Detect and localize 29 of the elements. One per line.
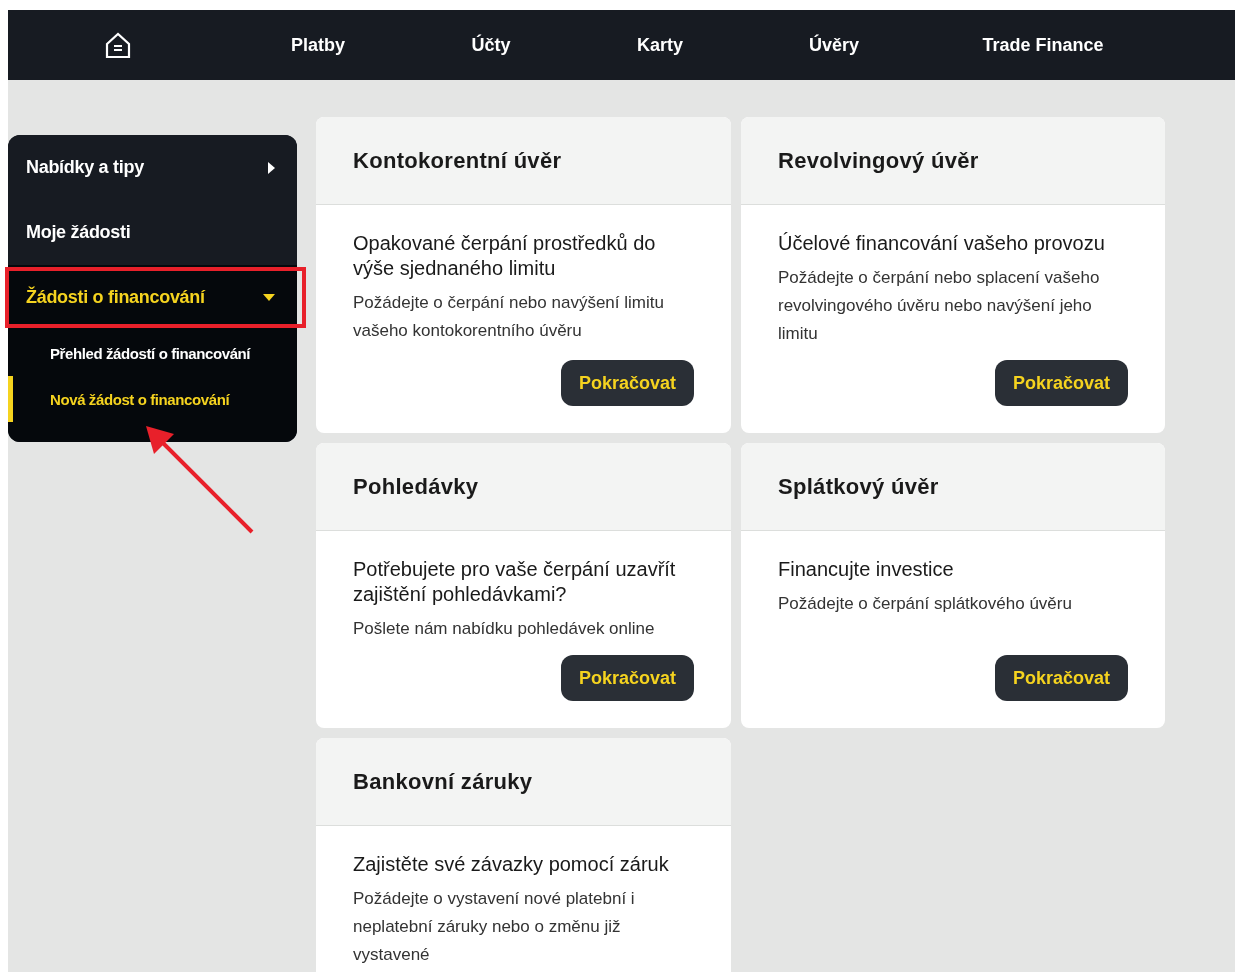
sidebar-subitem[interactable]: Nová žádost o financování <box>8 376 297 422</box>
nav-link[interactable]: Trade Finance <box>982 34 1104 56</box>
card-heading: Financujte investice <box>778 557 955 582</box>
card-title: Splátkový úvěr <box>741 443 1165 531</box>
card-title: Pohledávky <box>316 443 731 531</box>
card-heading: Zajistěte své závazky pomocí záruk <box>353 852 670 877</box>
sidebar-subitem[interactable]: Přehled žádostí o financování <box>8 330 297 376</box>
card-title: Bankovní záruky <box>316 738 731 826</box>
card-description: Požádejte o čerpání nebo splacení vašeho revolvingového úvěru nebo navýšení jeho limitu <box>778 267 1101 345</box>
nav-link[interactable]: Platby <box>291 34 345 56</box>
card-description: Požádejte o čerpání splátkového úvěru <box>778 593 1073 615</box>
continue-button[interactable]: Pokračovat <box>561 655 694 701</box>
continue-button[interactable]: Pokračovat <box>561 360 694 406</box>
card-description: Pošlete nám nabídku pohledávek online <box>353 618 656 640</box>
card-heading: Potřebujete pro vaše čerpání uzavřít zajištění pohledávkami? <box>353 557 677 607</box>
card-description: Požádejte o čerpání nebo navýšení limitu vašeho kontokorentního úvěru <box>353 292 665 342</box>
nav-link[interactable]: Účty <box>471 34 511 56</box>
home-icon[interactable] <box>104 31 132 59</box>
card-title: Revolvingový úvěr <box>741 117 1165 205</box>
continue-button[interactable]: Pokračovat <box>995 655 1128 701</box>
nav-link[interactable]: Karty <box>637 34 683 56</box>
card-heading: Opakované čerpání prostředků do výše sjednaného limitu <box>353 231 657 281</box>
card-title: Kontokorentní úvěr <box>316 117 731 205</box>
caret-down-icon <box>263 294 275 301</box>
nav-link[interactable]: Úvěry <box>808 34 859 56</box>
card-heading: Účelové financování vašeho provozu <box>778 231 1106 256</box>
continue-button[interactable]: Pokračovat <box>995 360 1128 406</box>
card-description: Požádejte o vystavení nové platební i neplatební záruky nebo o změnu již vystavené <box>353 888 636 966</box>
caret-right-icon <box>268 161 275 174</box>
